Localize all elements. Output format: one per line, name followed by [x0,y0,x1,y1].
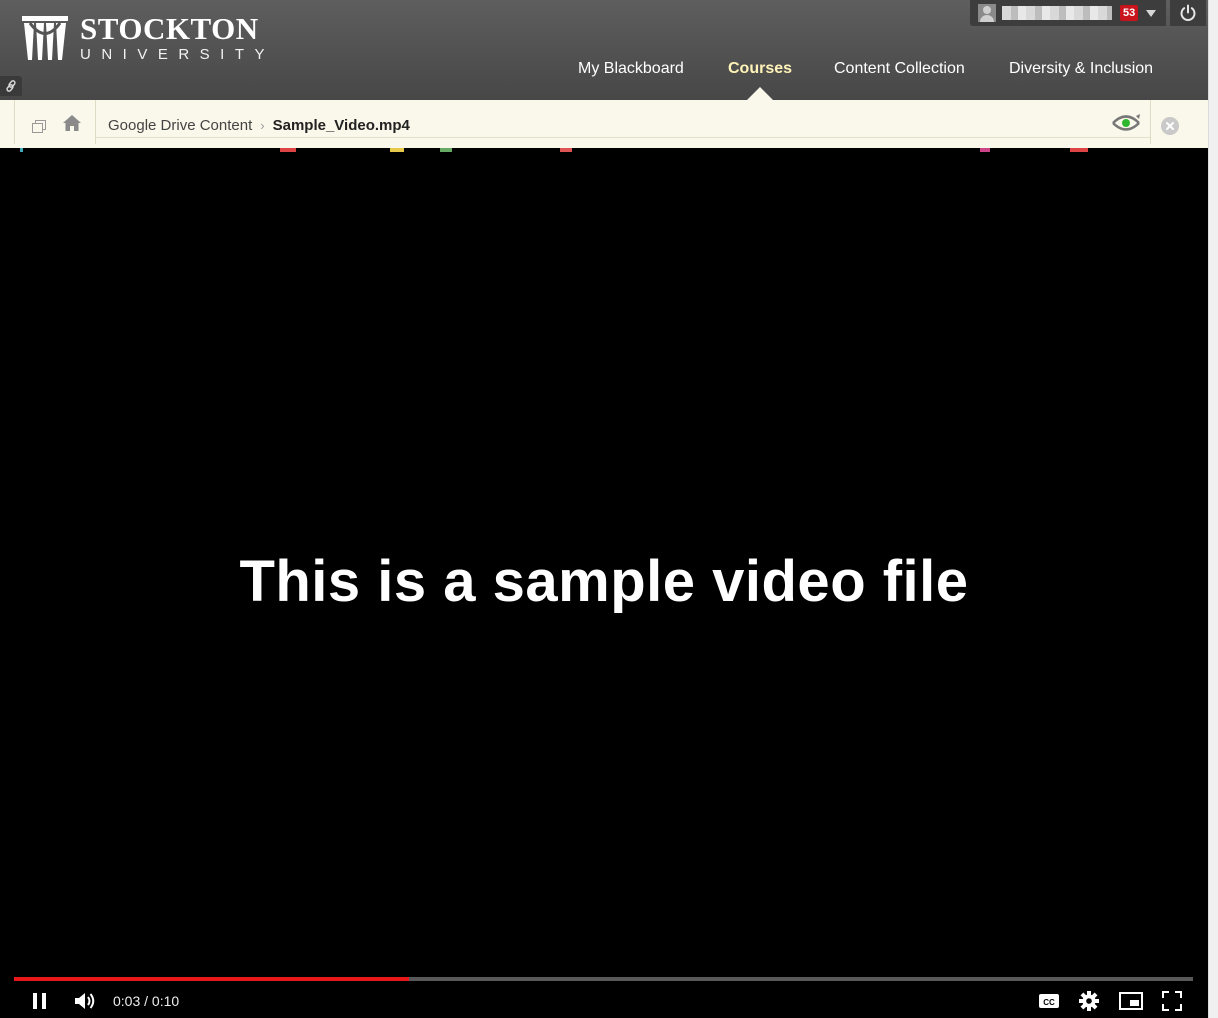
quick-links-button[interactable] [0,76,22,96]
video-player[interactable]: This is a sample video file 0:03 / 0:10 … [0,148,1208,1018]
time-display: 0:03 / 0:10 [113,993,180,1009]
chevron-down-icon[interactable] [1146,9,1157,17]
settings-button[interactable] [1078,990,1100,1012]
progress-bar[interactable] [14,977,1193,981]
student-preview-toggle[interactable] [1110,110,1142,141]
captions-button[interactable]: CC [1037,990,1061,1012]
pause-icon [33,993,46,1009]
breadcrumb-current: Sample_Video.mp4 [272,117,410,134]
nav-my-blackboard[interactable]: My Blackboard [578,60,684,78]
close-icon [1166,122,1174,130]
settings-gear-icon [1079,991,1099,1011]
eye-toggle-icon [1112,114,1140,131]
fullscreen-icon [1162,991,1182,1011]
power-icon [1180,4,1196,21]
user-avatar-icon [978,4,996,22]
link-icon [6,80,16,92]
breadcrumb-parent[interactable]: Google Drive Content [108,117,252,134]
progress-played [14,977,409,981]
user-menu[interactable]: 53 [970,0,1166,26]
svg-text:CC: CC [1043,998,1055,1007]
pause-button[interactable] [30,990,50,1012]
logo-subtitle: UNIVERSITY [80,46,276,63]
active-nav-pointer [747,87,773,100]
new-window-icon[interactable] [32,120,46,133]
user-name-redacted [1002,6,1112,20]
breadcrumb-separator-icon: › [260,118,265,133]
breadcrumb-tools [14,100,96,144]
miniplayer-button[interactable] [1118,990,1144,1012]
video-frame-text: This is a sample video file [239,549,969,614]
miniplayer-icon [1119,992,1143,1010]
top-header: STOCKTON UNIVERSITY 53 My Blackboard Cou… [0,0,1208,100]
home-icon[interactable] [62,114,82,132]
page-scrollbar[interactable] [1208,0,1218,1018]
volume-icon [75,993,95,1009]
mute-button[interactable] [73,990,99,1012]
logo-name: STOCKTON [80,11,259,46]
logout-button[interactable] [1170,0,1206,26]
nav-diversity-inclusion[interactable]: Diversity & Inclusion [1009,60,1153,78]
breadcrumb-bar: Google Drive Content › Sample_Video.mp4 [0,100,1208,148]
player-controls: 0:03 / 0:10 CC [0,986,1208,1018]
fullscreen-button[interactable] [1161,990,1183,1012]
university-logo[interactable]: STOCKTON UNIVERSITY [20,11,276,63]
breadcrumb: Google Drive Content › Sample_Video.mp4 [96,100,1150,138]
notification-badge[interactable]: 53 [1120,5,1139,21]
cc-icon: CC [1039,994,1059,1008]
nav-courses[interactable]: Courses [728,60,792,78]
background-peek [0,148,1208,152]
stockton-logo-icon [22,16,68,60]
close-button[interactable] [1161,117,1179,135]
nav-content-collection[interactable]: Content Collection [834,60,965,78]
